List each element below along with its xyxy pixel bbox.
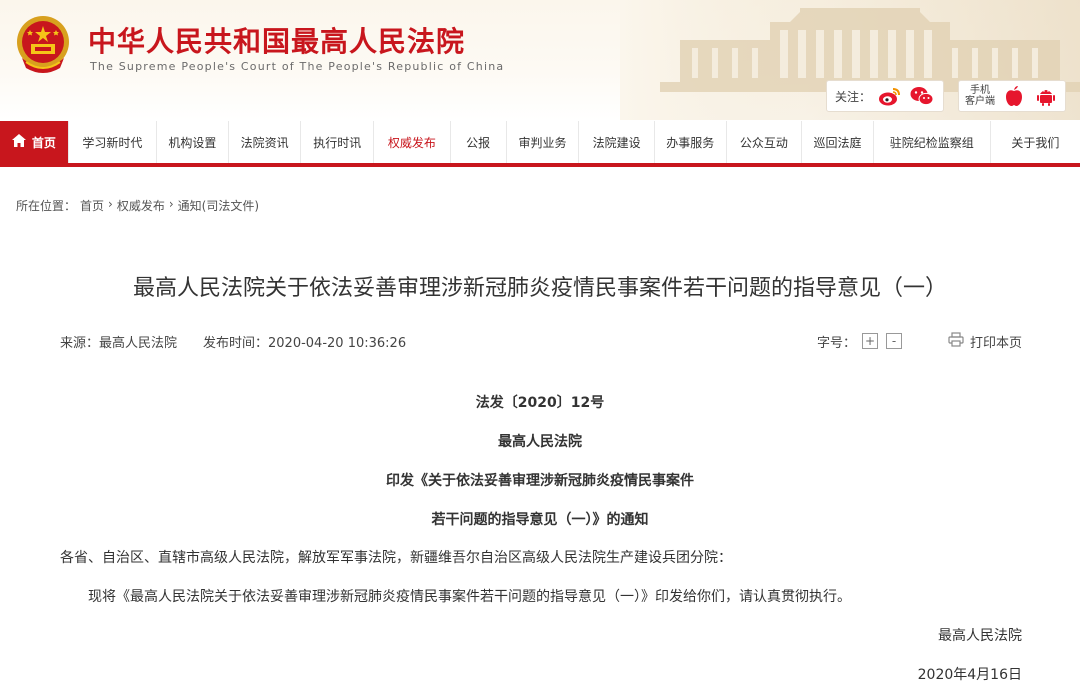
site-header: 中华人民共和国最高人民法院 The Supreme People's Court…	[0, 0, 1080, 120]
notice-title-line-1: 印发《关于依法妥善审理涉新冠肺炎疫情民事案件	[386, 473, 694, 489]
nav-item-execution[interactable]: 执行时讯	[301, 121, 375, 163]
nav-item-services[interactable]: 办事服务	[655, 121, 727, 163]
nav-item-label: 首页	[31, 135, 56, 150]
nav-item-construction[interactable]: 法院建设	[579, 121, 655, 163]
font-size-label: 字号：	[816, 335, 856, 351]
main-nav: 首页 学习新时代 机构设置 法院资讯 执行时讯 权威发布 公报 审判业务 法院建…	[0, 121, 1080, 167]
breadcrumb-separator: ›	[108, 197, 113, 211]
site-title[interactable]: 中华人民共和国最高人民法院	[88, 20, 465, 60]
nav-item-about[interactable]: 关于我们	[991, 121, 1080, 163]
national-emblem-logo	[17, 16, 69, 73]
breadcrumb-notice[interactable]: 通知(司法文件)	[178, 197, 259, 214]
nav-item-study[interactable]: 学习新时代	[69, 121, 158, 163]
printer-icon	[948, 331, 964, 351]
apple-icon[interactable]	[1001, 83, 1027, 109]
article-meta: 来源：最高人民法院 发布时间：2020-04-20 10:36:26 字号： +…	[60, 331, 1022, 351]
document-issuer: 最高人民法院	[498, 434, 582, 450]
print-label: 打印本页	[969, 335, 1022, 351]
mobile-app-bar: 手机 客户端	[958, 80, 1066, 112]
article-tools: 字号： + - 打印本页	[816, 331, 1022, 351]
signature: 最高人民法院	[938, 628, 1022, 644]
follow-label: 关注：	[835, 89, 872, 104]
breadcrumb-separator: ›	[168, 197, 174, 211]
font-increase-button[interactable]: +	[861, 333, 878, 349]
document-number: 法发〔2020〕12号	[475, 395, 605, 411]
mobile-client-label: 手机 客户端	[965, 85, 995, 107]
breadcrumb: 所在位置： 首页 › 权威发布 › 通知(司法文件)	[16, 197, 259, 214]
site-subtitle: The Supreme People's Court of The People…	[90, 60, 505, 73]
article-title: 最高人民法院关于依法妥善审理涉新冠肺炎疫情民事案件若干问题的指导意见（一）	[132, 276, 947, 301]
nav-item-home[interactable]: 首页	[0, 121, 69, 163]
font-decrease-button[interactable]: -	[885, 333, 902, 349]
breadcrumb-releases[interactable]: 权威发布	[117, 197, 165, 214]
nav-item-discipline[interactable]: 驻院纪检监察组	[874, 121, 991, 163]
nav-item-org[interactable]: 机构设置	[157, 121, 229, 163]
android-icon[interactable]	[1033, 83, 1059, 109]
nav-item-gazette[interactable]: 公报	[451, 121, 507, 163]
breadcrumb-home[interactable]: 首页	[80, 197, 104, 214]
nav-item-interaction[interactable]: 公众互动	[727, 121, 803, 163]
nav-item-news[interactable]: 法院资讯	[229, 121, 302, 163]
nav-item-trial[interactable]: 审判业务	[507, 121, 580, 163]
follow-bar: 关注：	[826, 80, 945, 112]
notice-title-line-2: 若干问题的指导意见（一）》的通知	[431, 512, 649, 528]
wechat-icon[interactable]	[909, 83, 935, 109]
print-button[interactable]: 打印本页	[948, 331, 1022, 351]
addressee: 各省、自治区、直辖市高级人民法院，解放军军事法院，新疆维吾尔自治区高级人民法院生…	[60, 550, 732, 566]
nav-item-releases[interactable]: 权威发布	[374, 121, 451, 163]
document-date: 2020年4月16日	[917, 667, 1022, 683]
home-icon	[11, 134, 26, 150]
article-source: 来源：最高人民法院	[60, 335, 178, 351]
publish-time: 发布时间：2020-04-20 10:36:26	[203, 335, 407, 351]
body-paragraph: 现将《最高人民法院关于依法妥善审理涉新冠肺炎疫情民事案件若干问题的指导意见（一）…	[88, 589, 851, 605]
weibo-icon[interactable]	[877, 83, 903, 109]
breadcrumb-prefix: 所在位置：	[16, 199, 77, 213]
nav-item-circuit[interactable]: 巡回法庭	[802, 121, 874, 163]
